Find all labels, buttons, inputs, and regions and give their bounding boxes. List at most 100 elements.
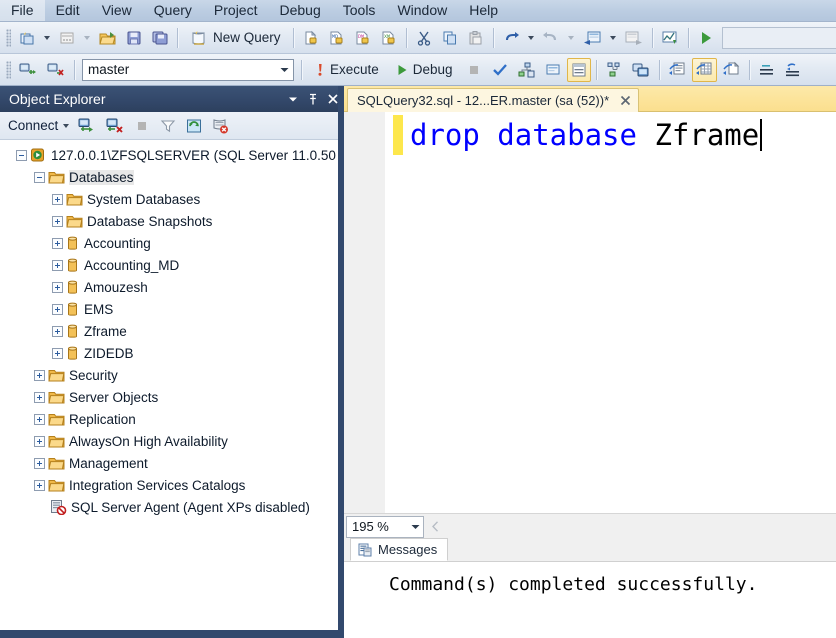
start-debug-button[interactable] <box>694 26 718 50</box>
toolbar-config-combo[interactable] <box>721 26 836 49</box>
new-dmx-query-button[interactable]: DM <box>351 26 375 50</box>
stop-button[interactable] <box>462 58 486 82</box>
scroll-left-icon[interactable] <box>427 521 443 532</box>
tree-node-accounting-md[interactable]: Accounting_MD <box>0 254 338 276</box>
menu-item-file[interactable]: File <box>0 0 45 21</box>
include-client-statistics-button[interactable] <box>628 58 654 82</box>
results-to-file-button[interactable] <box>719 58 744 82</box>
oe-connect-button[interactable] <box>74 114 100 138</box>
tree-expander[interactable] <box>34 479 45 491</box>
new-query-button[interactable]: New Query <box>183 26 288 50</box>
menu-item-edit[interactable]: Edit <box>45 0 91 21</box>
sql-text-editor[interactable]: drop database Zframe <box>344 112 836 513</box>
comment-lines-button[interactable] <box>755 58 779 82</box>
new-project-button[interactable] <box>15 26 39 50</box>
zoom-chevron-down-icon[interactable] <box>407 524 423 530</box>
tree-node-accounting[interactable]: Accounting <box>0 232 338 254</box>
redo-dropdown-icon[interactable] <box>567 35 574 40</box>
menu-item-query[interactable]: Query <box>143 0 203 21</box>
auto-hide-pin-icon[interactable] <box>304 89 321 109</box>
tree-expander[interactable] <box>34 171 45 183</box>
new-item-button[interactable] <box>55 26 79 50</box>
tree-expander[interactable] <box>52 215 63 227</box>
navigate-backward-button[interactable] <box>579 26 605 50</box>
tree-expander[interactable] <box>52 281 63 293</box>
tree-node-alwayson-high-availability[interactable]: AlwaysOn High Availability <box>0 430 338 452</box>
save-all-button[interactable] <box>148 26 172 50</box>
menu-item-view[interactable]: View <box>91 0 143 21</box>
debug-button[interactable]: Debug <box>388 58 460 82</box>
connect-dropdown-icon[interactable] <box>63 123 70 128</box>
tree-node-amouzesh[interactable]: Amouzesh <box>0 276 338 298</box>
tree-node-ems[interactable]: EMS <box>0 298 338 320</box>
tree-expander[interactable] <box>52 259 63 271</box>
tree-expander[interactable] <box>34 457 45 469</box>
tree-node-replication[interactable]: Replication <box>0 408 338 430</box>
tree-expander[interactable] <box>34 413 45 425</box>
menu-item-tools[interactable]: Tools <box>332 0 387 21</box>
new-analysis-query-button[interactable] <box>299 26 323 50</box>
cancel-refresh-icon[interactable] <box>208 114 233 138</box>
tree-node-server[interactable]: 127.0.0.1\ZFSQLSERVER (SQL Server 11.0.5… <box>0 144 338 166</box>
menu-item-project[interactable]: Project <box>203 0 269 21</box>
tree-node-security[interactable]: Security <box>0 364 338 386</box>
tab-messages[interactable]: Messages <box>350 538 449 561</box>
connect-label[interactable]: Connect <box>8 118 58 133</box>
open-file-button[interactable] <box>95 26 120 50</box>
uncomment-lines-button[interactable] <box>781 58 805 82</box>
redo-button[interactable] <box>539 26 563 50</box>
tree-expander[interactable] <box>52 303 63 315</box>
disconnect-button[interactable] <box>43 58 69 82</box>
tree-node-sql-server-agent[interactable]: SQL Server Agent (Agent XPs disabled) <box>0 496 338 518</box>
tree-expander[interactable] <box>16 149 27 161</box>
tree-expander[interactable] <box>34 435 45 447</box>
new-item-dropdown-icon[interactable] <box>84 35 90 40</box>
tree-node-server-objects[interactable]: Server Objects <box>0 386 338 408</box>
tree-node-database-snapshots[interactable]: Database Snapshots <box>0 210 338 232</box>
results-message-body[interactable]: Command(s) completed successfully. <box>344 562 836 638</box>
tree-expander[interactable] <box>52 347 63 359</box>
undo-dropdown-icon[interactable] <box>527 35 534 40</box>
tree-node-integration-services-catalogs[interactable]: Integration Services Catalogs <box>0 474 338 496</box>
query-options-button[interactable] <box>541 58 565 82</box>
new-xmla-query-button[interactable]: XM <box>377 26 401 50</box>
navigate-forward-button[interactable] <box>621 26 647 50</box>
zoom-level-combo[interactable]: 195 % <box>346 515 424 538</box>
tree-node-databases[interactable]: Databases <box>0 166 338 188</box>
tab-sqlquery32[interactable]: SQLQuery32.sql - 12...ER.master (sa (52)… <box>347 88 640 112</box>
activity-monitor-button[interactable] <box>658 26 683 50</box>
tree-expander[interactable] <box>52 325 63 337</box>
navigate-backward-dropdown-icon[interactable] <box>609 35 616 40</box>
refresh-icon[interactable] <box>182 114 206 138</box>
tree-node-system-databases[interactable]: System Databases <box>0 188 338 210</box>
tree-expander[interactable] <box>52 193 63 205</box>
paste-button[interactable] <box>464 26 488 50</box>
include-actual-plan-button[interactable] <box>602 58 626 82</box>
tab-close-icon[interactable] <box>618 94 632 108</box>
menu-item-window[interactable]: Window <box>386 0 458 21</box>
tree-node-zidedb[interactable]: ZIDEDB <box>0 342 338 364</box>
results-to-text-alt-button[interactable] <box>665 58 690 82</box>
window-dropdown-icon[interactable] <box>284 89 301 109</box>
toolbar-grip[interactable] <box>6 28 11 47</box>
undo-button[interactable] <box>499 26 523 50</box>
display-estimated-plan-button[interactable] <box>514 58 539 82</box>
tree-expander[interactable] <box>52 237 63 249</box>
parse-button[interactable] <box>488 58 512 82</box>
copy-button[interactable] <box>438 26 462 50</box>
new-project-dropdown-icon[interactable] <box>44 35 50 40</box>
cut-button[interactable] <box>412 26 436 50</box>
new-mdx-query-button[interactable]: MD <box>325 26 349 50</box>
tree-expander[interactable] <box>34 369 45 381</box>
save-button[interactable] <box>122 26 146 50</box>
database-combo-chevron-down-icon[interactable] <box>276 60 293 80</box>
connect-button[interactable] <box>15 58 41 82</box>
editor-toolbar-grip[interactable] <box>6 60 11 79</box>
filter-icon[interactable] <box>156 114 180 138</box>
oe-stop-button[interactable] <box>130 114 154 138</box>
database-combo[interactable]: master <box>82 58 294 81</box>
tree-node-zframe[interactable]: Zframe <box>0 320 338 342</box>
execute-button[interactable]: Execute <box>307 58 386 82</box>
oe-disconnect-button[interactable] <box>102 114 128 138</box>
results-to-text-button[interactable] <box>566 57 591 82</box>
